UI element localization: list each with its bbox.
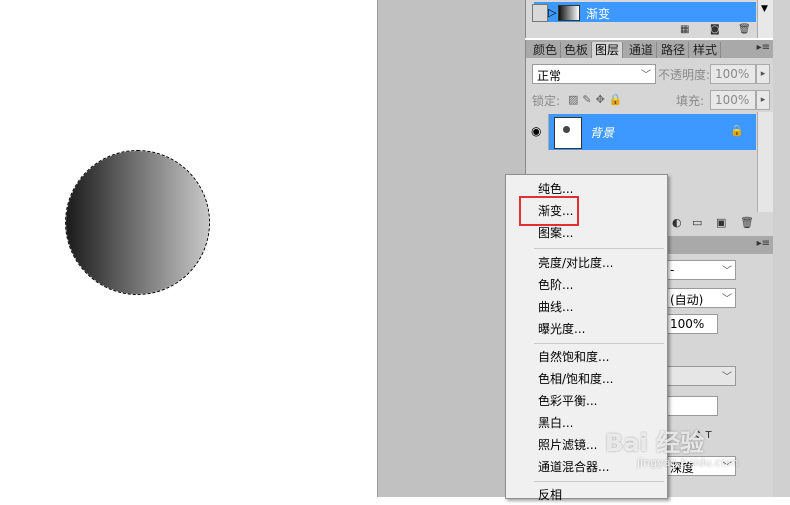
tab-swatches[interactable]: 色板 xyxy=(561,42,592,58)
menu-item-photo-filter[interactable]: 照片滤镜... xyxy=(538,435,597,455)
folder-icon[interactable]: ▭ xyxy=(692,216,702,229)
menu-item-invert[interactable]: 反相 xyxy=(538,485,562,505)
panel-menu-icon[interactable]: ▸≡ xyxy=(757,42,770,53)
properties-field-2[interactable] xyxy=(666,396,718,416)
menu-item-color-balance[interactable]: 色彩平衡... xyxy=(538,391,597,411)
camera-icon[interactable]: ◙ xyxy=(710,24,720,35)
menu-item-curves[interactable]: 曲线... xyxy=(538,297,573,317)
selection-marquee xyxy=(65,150,210,295)
opacity-slider-arrow-icon[interactable]: ▸ xyxy=(756,64,770,84)
fill-slider-arrow-icon[interactable]: ▸ xyxy=(756,90,770,110)
menu-item-pattern[interactable]: 图案... xyxy=(538,223,573,243)
lock-options-icons[interactable]: ▨✎✥🔒 xyxy=(568,93,627,106)
path-visibility-box[interactable] xyxy=(532,4,548,22)
fill-label: 填充: xyxy=(676,94,705,108)
tab-paths[interactable]: 路径 xyxy=(658,42,689,58)
path-expand-arrow-icon[interactable]: ▷ xyxy=(548,6,556,19)
watermark-url: jingyan.baidu.com xyxy=(637,456,739,469)
dropdown-1-value: - xyxy=(670,263,675,277)
tab-styles[interactable]: 样式 xyxy=(690,42,721,58)
opacity-field[interactable]: 100% xyxy=(710,64,756,84)
menu-item-black-white[interactable]: 黑白... xyxy=(538,413,573,433)
panel-menu-icon[interactable]: ▸≡ xyxy=(757,238,770,249)
blend-mode-value: 正常 xyxy=(537,69,562,83)
properties-dropdown-1[interactable]: - ﹀ xyxy=(666,260,736,280)
fill-field[interactable]: 100% xyxy=(710,90,756,110)
layers-scrollbar[interactable] xyxy=(757,112,774,212)
layer-lock-icon: 🔒 xyxy=(730,124,744,137)
eye-icon: ◉ xyxy=(531,124,542,138)
tab-channels[interactable]: 通道 xyxy=(626,42,657,58)
trash-icon[interactable]: 🗑 xyxy=(740,216,754,229)
percent-field[interactable]: 100% xyxy=(666,314,718,334)
new-group-icon[interactable]: ▦ xyxy=(680,24,689,35)
menu-separator xyxy=(534,343,664,344)
paths-panel: ▷ 渐变 ▦ ◙ 🗑 ▼ xyxy=(525,0,774,38)
menu-item-levels[interactable]: 色阶... xyxy=(538,275,573,295)
layer-visibility-toggle[interactable]: ◉ xyxy=(528,114,549,150)
menu-separator xyxy=(534,248,664,249)
opacity-value: 100% xyxy=(715,67,750,81)
menu-item-vibrance[interactable]: 自然饱和度... xyxy=(538,347,609,367)
menu-item-brightness-contrast[interactable]: 亮度/对比度... xyxy=(538,253,614,273)
chevron-down-icon: ﹀ xyxy=(722,266,732,277)
chevron-down-icon: ﹀ xyxy=(641,70,651,81)
trash-icon[interactable]: 🗑 xyxy=(738,24,751,35)
menu-separator xyxy=(534,481,664,482)
tab-color[interactable]: 颜色 xyxy=(530,42,561,58)
lock-label: 锁定: xyxy=(532,94,561,108)
path-item-gradient[interactable]: ▷ 渐变 xyxy=(532,2,756,22)
menu-item-hue-saturation[interactable]: 色相/饱和度... xyxy=(538,369,614,389)
layer-thumbnail xyxy=(554,117,582,149)
layer-row-background[interactable]: ◉ 背景 🔒 xyxy=(528,114,756,150)
percent-value: 100% xyxy=(670,317,705,331)
chevron-down-icon: ﹀ xyxy=(722,372,732,383)
layers-tabbar: 颜色 色板 图层 通道 路径 样式 ▸≡ xyxy=(526,40,774,58)
chevron-down-icon: ﹀ xyxy=(722,294,732,305)
highlight-annotation xyxy=(519,196,579,226)
auto-dropdown-value: (自动) xyxy=(670,293,704,307)
fill-value: 100% xyxy=(715,93,750,107)
document-canvas[interactable] xyxy=(0,0,377,497)
menu-item-channel-mixer[interactable]: 通道混合器... xyxy=(538,457,609,477)
adjustment-layer-icon[interactable]: ◐ xyxy=(672,216,682,229)
tab-layers[interactable]: 图层 xyxy=(592,42,623,58)
layer-name: 背景 xyxy=(590,126,615,140)
paths-scrollbar[interactable]: ▼ xyxy=(757,0,774,38)
new-layer-icon[interactable]: ▣ xyxy=(716,216,726,229)
right-scroll-strip xyxy=(773,0,790,497)
workspace-background xyxy=(377,0,525,497)
watermark-logo: Bai 经验 xyxy=(605,429,705,457)
path-thumbnail xyxy=(558,5,580,21)
blend-mode-select[interactable]: 正常 ﹀ xyxy=(532,64,656,84)
paths-footer: ▦ ◙ 🗑 xyxy=(526,24,774,38)
auto-dropdown[interactable]: (自动) ﹀ xyxy=(666,288,736,308)
disabled-dropdown[interactable]: ﹀ xyxy=(666,366,736,386)
menu-item-exposure[interactable]: 曝光度... xyxy=(538,319,585,339)
path-item-label: 渐变 xyxy=(586,7,611,21)
opacity-label: 不透明度: xyxy=(658,68,711,82)
